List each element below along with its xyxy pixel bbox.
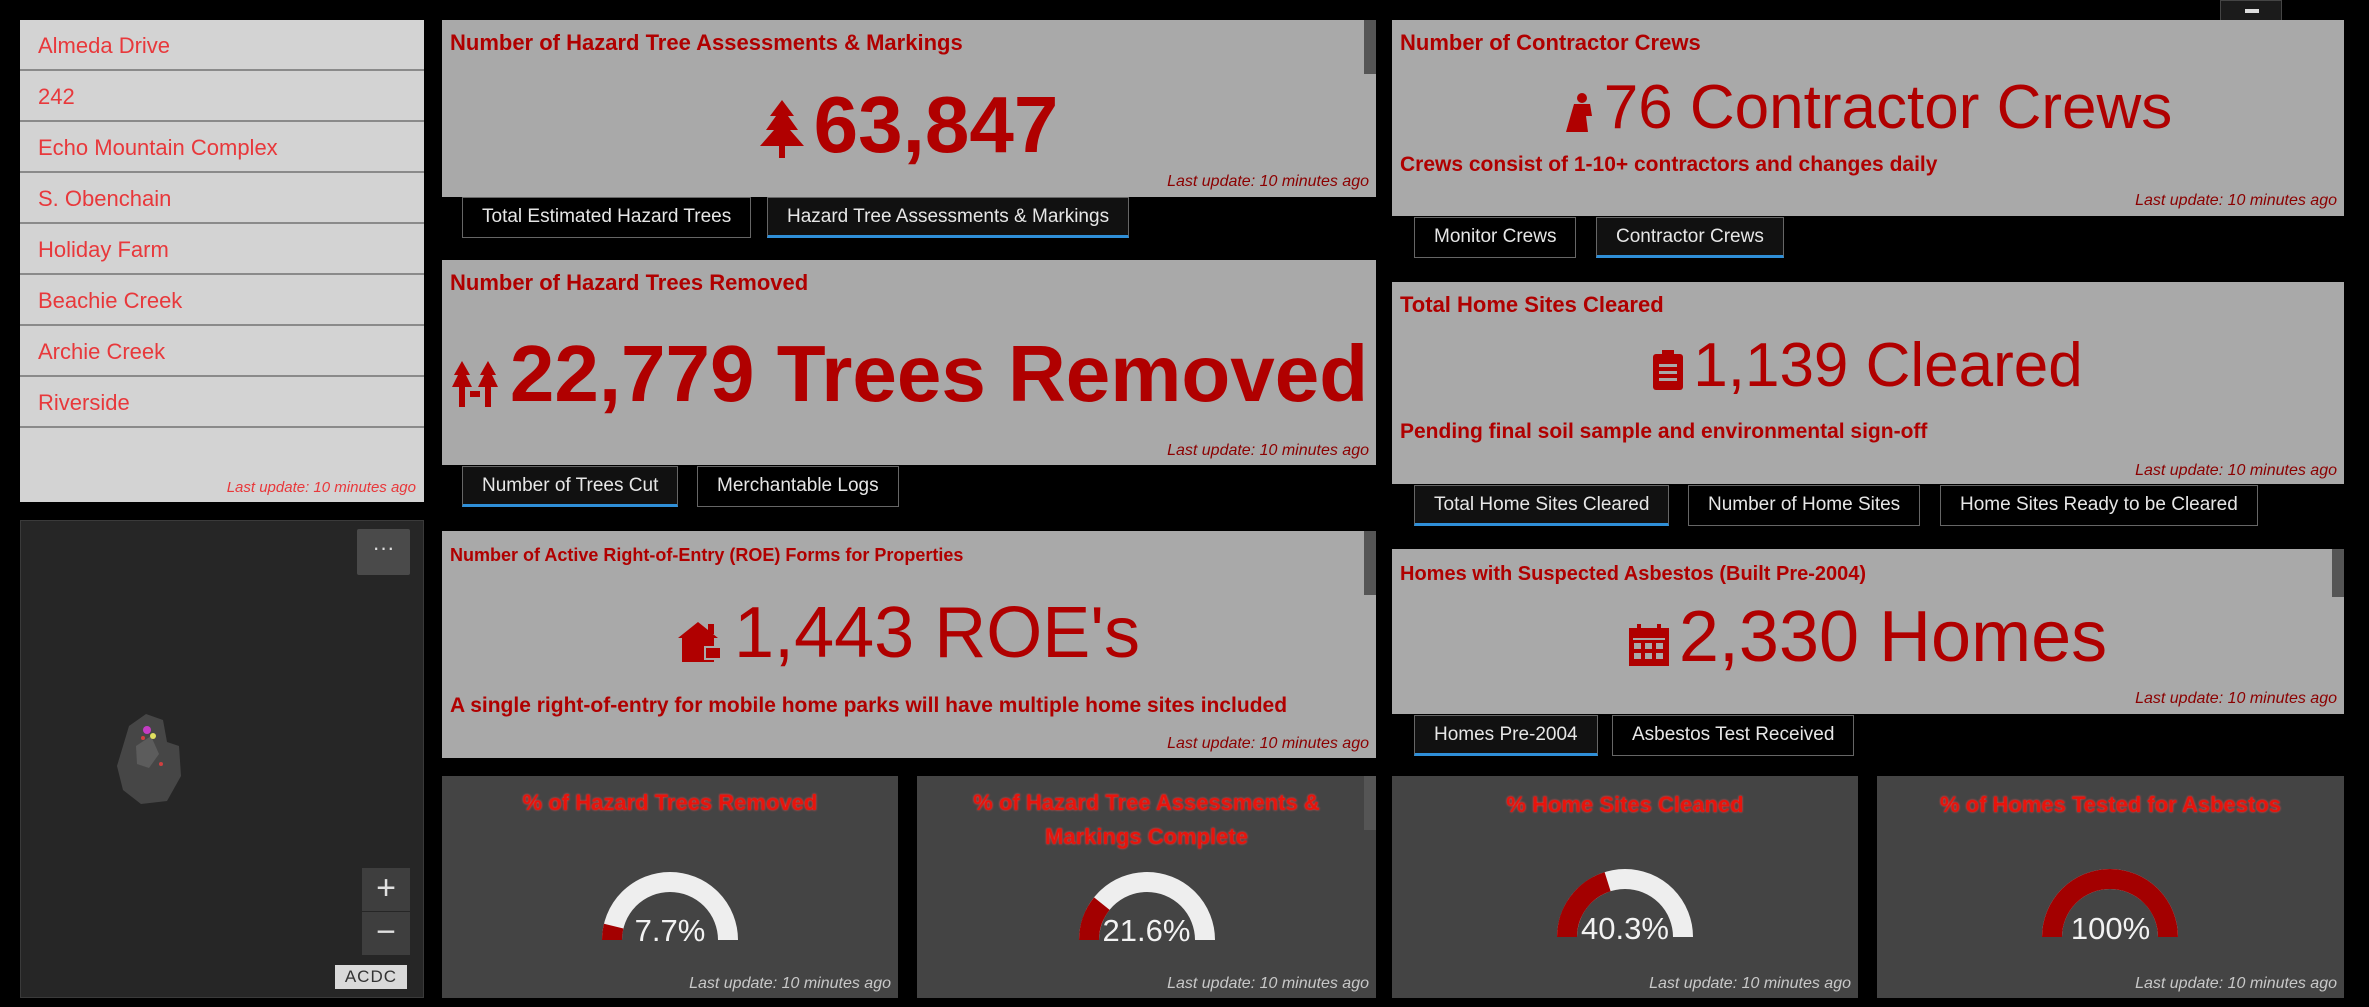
last-update-label: Last update: 10 minutes ago xyxy=(2135,690,2337,707)
gauge-card-hazard-trees-removed: % of Hazard Trees Removed 7.7% Last upda… xyxy=(442,776,898,998)
big-number: 76 Contractor Crews xyxy=(1392,72,2344,148)
gauge-value: 7.7% xyxy=(634,913,706,948)
tab-total-home-sites-cleared[interactable]: Total Home Sites Cleared xyxy=(1414,485,1670,526)
list-item[interactable]: Riverside xyxy=(20,377,424,428)
house-icon xyxy=(678,598,724,678)
list-item[interactable]: 242 xyxy=(20,71,424,122)
tab-homes-pre-2004[interactable]: Homes Pre-2004 xyxy=(1414,715,1598,756)
card-title: Total Home Sites Cleared xyxy=(1400,292,1664,317)
gauge-title: % of Hazard Trees Removed xyxy=(522,790,818,815)
gauge-value: 21.6% xyxy=(1102,913,1191,948)
roe-value: 1,443 ROE's xyxy=(734,593,1140,673)
scrollbar[interactable] xyxy=(2332,549,2344,597)
tab-number-of-home-sites[interactable]: Number of Home Sites xyxy=(1688,485,1921,526)
cut-trees-icon xyxy=(450,334,500,426)
last-update-label: Last update: 10 minutes ago xyxy=(2135,975,2337,992)
tab-total-estimated-hazard-trees[interactable]: Total Estimated Hazard Trees xyxy=(462,197,752,238)
big-number: 1,139 Cleared xyxy=(1392,330,2344,406)
clipboard-icon xyxy=(1653,334,1684,406)
home-sites-note: Pending final soil sample and environmen… xyxy=(1400,420,1928,443)
list-item[interactable]: Beachie Creek xyxy=(20,275,424,326)
gauge-title: % of Homes Tested for Asbestos xyxy=(1939,792,2282,817)
card-title: Homes with Suspected Asbestos (Built Pre… xyxy=(1400,563,1867,585)
tree-icon xyxy=(759,86,804,176)
map-attribution: ACDC xyxy=(334,965,407,989)
trees-removed-card: Number of Hazard Trees Removed 22,779 Tr… xyxy=(442,260,1376,465)
tab-merchantable-logs[interactable]: Merchantable Logs xyxy=(697,466,899,507)
list-item[interactable]: Echo Mountain Complex xyxy=(20,122,424,173)
gauge-value: 100% xyxy=(2070,911,2151,946)
roe-note: A single right-of-entry for mobile home … xyxy=(450,694,1288,717)
last-update-label: Last update: 10 minutes ago xyxy=(1167,735,1369,752)
zoom-out-button[interactable]: − xyxy=(362,912,410,955)
scrollbar[interactable] xyxy=(1364,20,1376,74)
tab-home-sites-ready[interactable]: Home Sites Ready to be Cleared xyxy=(1940,485,2258,526)
tab-contractor-crews[interactable]: Contractor Crews xyxy=(1596,217,1784,258)
map-panel[interactable]: ··· + − ACDC xyxy=(20,520,424,998)
last-update-label: Last update: 10 minutes ago xyxy=(2135,462,2337,479)
list-item[interactable]: Archie Creek xyxy=(20,326,424,377)
last-update-label: Last update: 10 minutes ago xyxy=(1649,975,1851,992)
list-item[interactable]: Holiday Farm xyxy=(20,224,424,275)
tab-monitor-crews[interactable]: Monitor Crews xyxy=(1414,217,1577,258)
last-update-label: Last update: 10 minutes ago xyxy=(1167,975,1369,992)
calendar-icon xyxy=(1628,602,1669,682)
gauge-card-assessments-complete: % of Hazard Tree Assessments & Markings … xyxy=(917,776,1376,998)
card-title: Number of Hazard Trees Removed xyxy=(450,270,809,295)
fire-list-panel: Almeda Drive 242 Echo Mountain Complex S… xyxy=(20,20,424,502)
gauge-value: 40.3% xyxy=(1581,911,1669,946)
gauge-title: % of Hazard Tree Assessments & Markings … xyxy=(973,790,1320,849)
zoom-in-button[interactable]: + xyxy=(362,868,410,911)
list-item[interactable]: Almeda Drive xyxy=(20,20,424,71)
hazard-assessments-card: Number of Hazard Tree Assessments & Mark… xyxy=(442,20,1376,197)
list-item[interactable]: S. Obenchain xyxy=(20,173,424,224)
big-number: 2,330 Homes xyxy=(1392,597,2344,682)
crews-note: Crews consist of 1-10+ contractors and c… xyxy=(1400,153,1938,176)
gauge-title: % Home Sites Cleaned xyxy=(1506,792,1744,817)
big-number: 22,779 Trees Removed xyxy=(442,328,1376,426)
contractor-crews-card: Number of Contractor Crews 76 Contractor… xyxy=(1392,20,2344,216)
crews-value: 76 Contractor Crews xyxy=(1603,73,2173,142)
card-title: Number of Active Right-of-Entry (ROE) Fo… xyxy=(450,545,964,565)
last-update-label: Last update: 10 minutes ago xyxy=(689,975,891,992)
last-update-label: Last update: 10 minutes ago xyxy=(2135,192,2337,209)
asbestos-card: Homes with Suspected Asbestos (Built Pre… xyxy=(1392,549,2344,714)
gauge-card-home-sites-cleaned: % Home Sites Cleaned 40.3% Last update: … xyxy=(1392,776,1858,998)
map-features xyxy=(117,714,181,804)
trees-removed-value: 22,779 Trees Removed xyxy=(509,329,1369,418)
home-sites-card: Total Home Sites Cleared 1,139 Cleared P… xyxy=(1392,282,2344,484)
gauge-card-homes-tested-asbestos: % of Homes Tested for Asbestos 100% Last… xyxy=(1877,776,2344,998)
top-right-button[interactable] xyxy=(2220,0,2282,22)
worker-icon xyxy=(1564,76,1594,148)
tab-asbestos-test-received[interactable]: Asbestos Test Received xyxy=(1612,715,1855,756)
last-update-label: Last update: 10 minutes ago xyxy=(226,479,416,496)
big-number: 1,443 ROE's xyxy=(442,593,1376,678)
tab-number-of-trees-cut[interactable]: Number of Trees Cut xyxy=(462,466,679,507)
map-menu-button[interactable]: ··· xyxy=(357,529,410,575)
card-title: Number of Contractor Crews xyxy=(1400,30,1701,55)
last-update-label: Last update: 10 minutes ago xyxy=(1167,173,1369,190)
menu-icon xyxy=(2245,9,2259,13)
scrollbar[interactable] xyxy=(1364,531,1376,595)
asbestos-value: 2,330 Homes xyxy=(1678,597,2108,677)
tab-hazard-tree-assessments[interactable]: Hazard Tree Assessments & Markings xyxy=(767,197,1130,238)
last-update-label: Last update: 10 minutes ago xyxy=(1167,442,1369,459)
big-number: 63,847 xyxy=(442,80,1376,176)
card-title: Number of Hazard Tree Assessments & Mark… xyxy=(450,30,963,55)
roe-card: Number of Active Right-of-Entry (ROE) Fo… xyxy=(442,531,1376,758)
home-sites-value: 1,139 Cleared xyxy=(1693,331,2083,400)
hazard-assess-value: 63,847 xyxy=(813,80,1059,169)
